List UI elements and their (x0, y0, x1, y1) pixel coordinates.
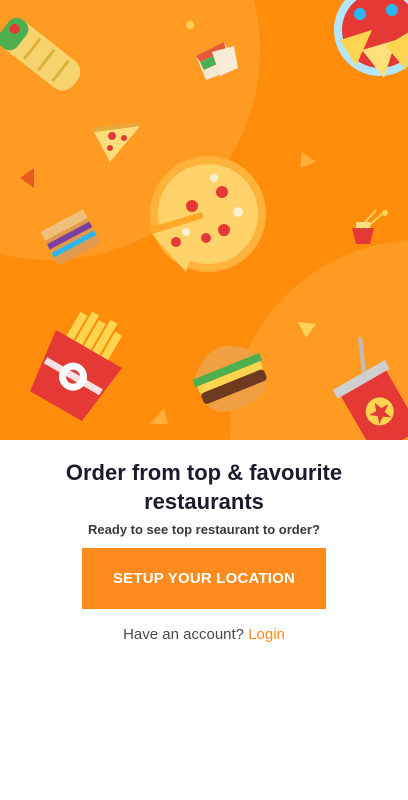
login-link[interactable]: Login (248, 626, 285, 643)
triangle-decor (300, 152, 316, 168)
subtitle: Ready to see top restaurant to order? (88, 522, 320, 537)
dot-decor (186, 21, 194, 29)
triangle-decor (150, 408, 168, 424)
page-title: Order from top & favourite restaurants (24, 458, 384, 516)
login-row: Have an account? Login (24, 626, 384, 643)
noodle-box-icon (352, 209, 383, 244)
title-line-2: restaurants (144, 489, 264, 514)
fries-icon (30, 311, 123, 422)
setup-location-button[interactable]: SETUP YOUR LOCATION (82, 548, 326, 609)
nachos-plate-icon (334, 0, 408, 78)
onboarding-panel: Order from top & favourite restaurants R… (0, 440, 408, 800)
hero-illustration (0, 0, 408, 440)
title-line-1: Order from top & favourite (65, 460, 343, 485)
dot-decor (382, 210, 388, 216)
account-prompt: Have an account? (123, 626, 245, 643)
